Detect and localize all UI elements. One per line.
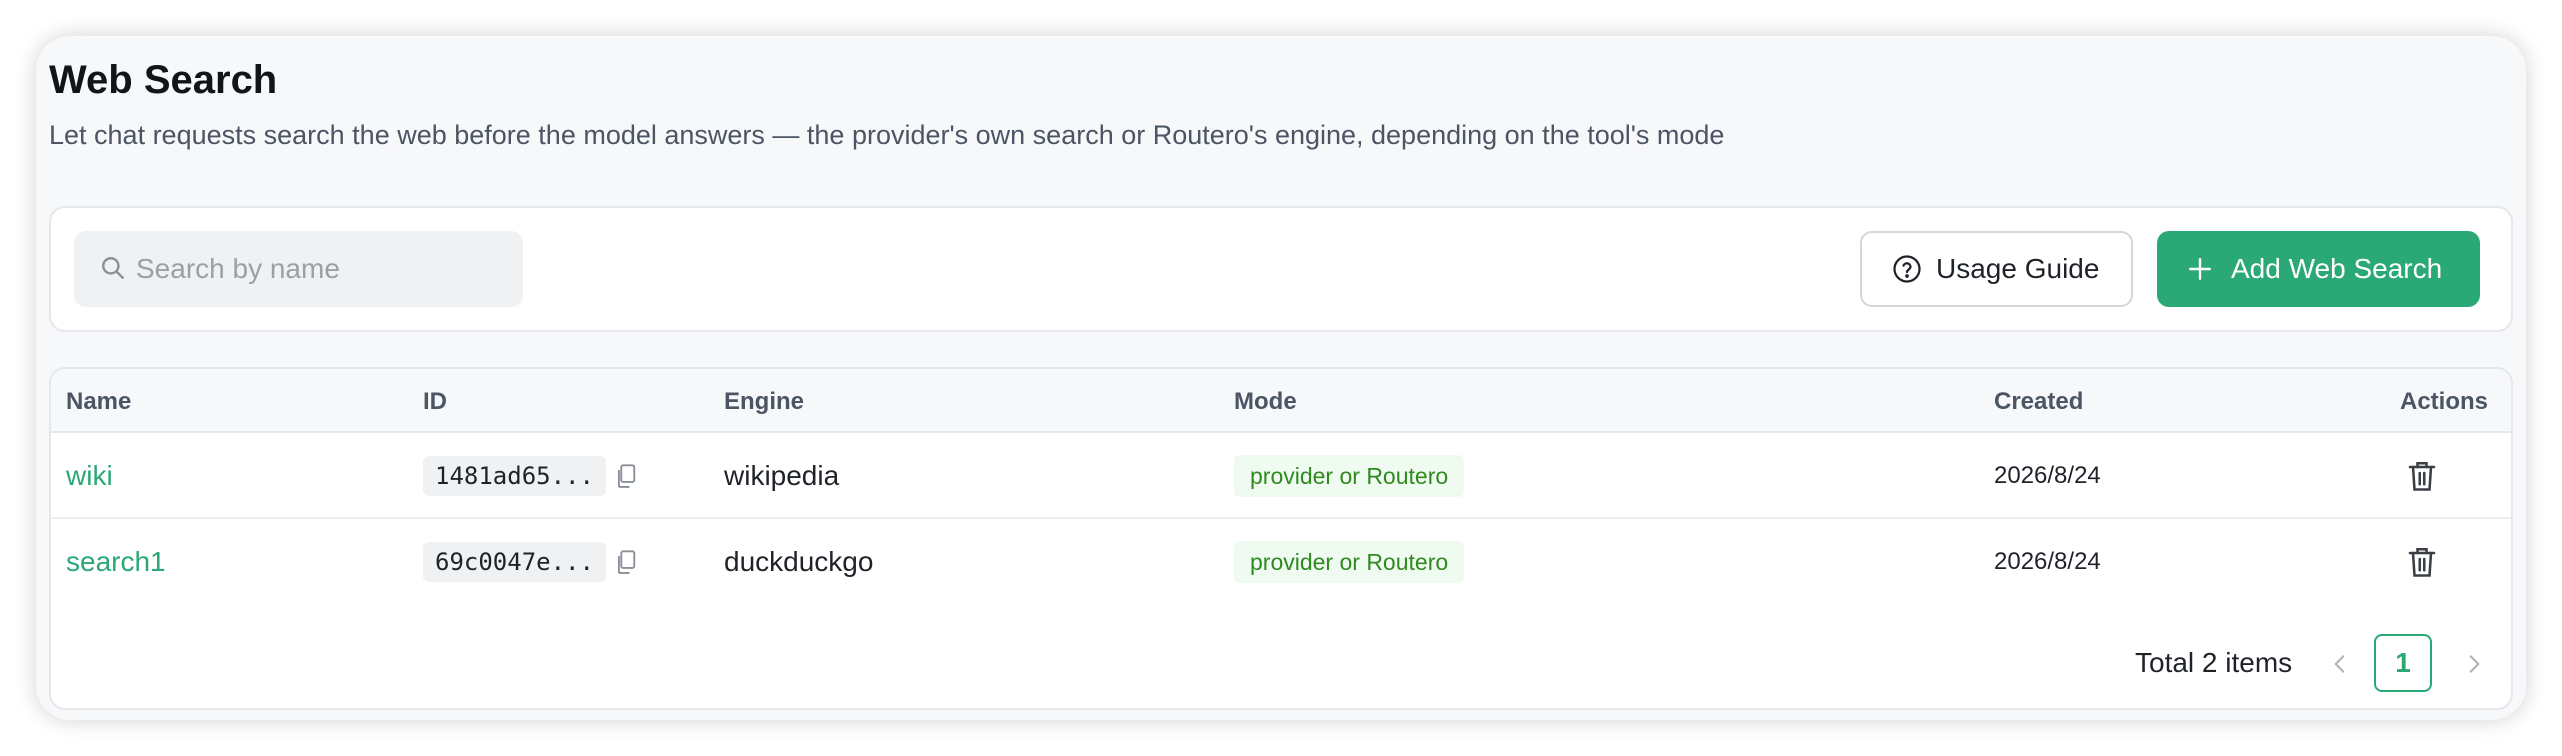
row-engine: wikipedia — [724, 460, 840, 491]
row-created: 2026/8/24 — [1994, 462, 2101, 489]
row-mode-tag: provider or Routero — [1234, 541, 1465, 583]
trash-icon[interactable] — [2407, 545, 2437, 579]
column-header-name: Name — [66, 388, 132, 415]
web-search-panel: Web Search Let chat requests search the … — [36, 36, 2526, 720]
column-header-created: Created — [1994, 388, 2084, 415]
search-icon — [102, 257, 124, 279]
column-header-actions: Actions — [2400, 388, 2489, 415]
search-input[interactable] — [136, 231, 506, 307]
add-web-search-button[interactable]: Add Web Search — [2157, 231, 2480, 307]
page-title: Web Search — [49, 58, 278, 102]
add-web-search-label: Add Web Search — [2231, 253, 2443, 284]
row-mode-tag: provider or Routero — [1234, 455, 1465, 497]
row-engine: duckduckgo — [724, 546, 874, 577]
row-id: 69c0047e... — [423, 542, 606, 582]
column-header-mode: Mode — [1234, 388, 1297, 415]
chevron-right-icon[interactable] — [2461, 651, 2487, 677]
chevron-left-icon[interactable] — [2327, 651, 2353, 677]
table-row: search1 69c0047e... duckduckgo provider … — [51, 519, 2511, 605]
column-header-id: ID — [423, 388, 447, 415]
table-row: wiki 1481ad65... wikipedia provider or R… — [51, 433, 2511, 519]
copy-icon[interactable] — [614, 549, 638, 575]
table-header: Name ID Engine Mode Created Actions — [51, 369, 2511, 433]
row-name-link[interactable]: search1 — [66, 546, 166, 578]
usage-guide-label: Usage Guide — [1936, 253, 2100, 284]
pagination-page-current[interactable]: 1 — [2374, 634, 2432, 692]
row-created: 2026/8/24 — [1994, 548, 2101, 575]
pagination-total: Total 2 items — [2135, 647, 2293, 678]
copy-icon[interactable] — [614, 463, 638, 489]
search-box[interactable] — [74, 231, 523, 307]
plus-icon — [2189, 258, 2211, 280]
row-name-link[interactable]: wiki — [66, 460, 113, 492]
trash-icon[interactable] — [2407, 459, 2437, 493]
question-circle-icon — [1893, 255, 1921, 283]
page-description: Let chat requests search the web before … — [49, 120, 1725, 150]
column-header-engine: Engine — [724, 388, 805, 415]
toolbar: Usage Guide Add Web Search — [49, 206, 2513, 332]
usage-guide-button[interactable]: Usage Guide — [1860, 231, 2133, 307]
row-id: 1481ad65... — [423, 456, 606, 496]
web-search-table: Name ID Engine Mode Created Actions wiki… — [49, 367, 2513, 710]
